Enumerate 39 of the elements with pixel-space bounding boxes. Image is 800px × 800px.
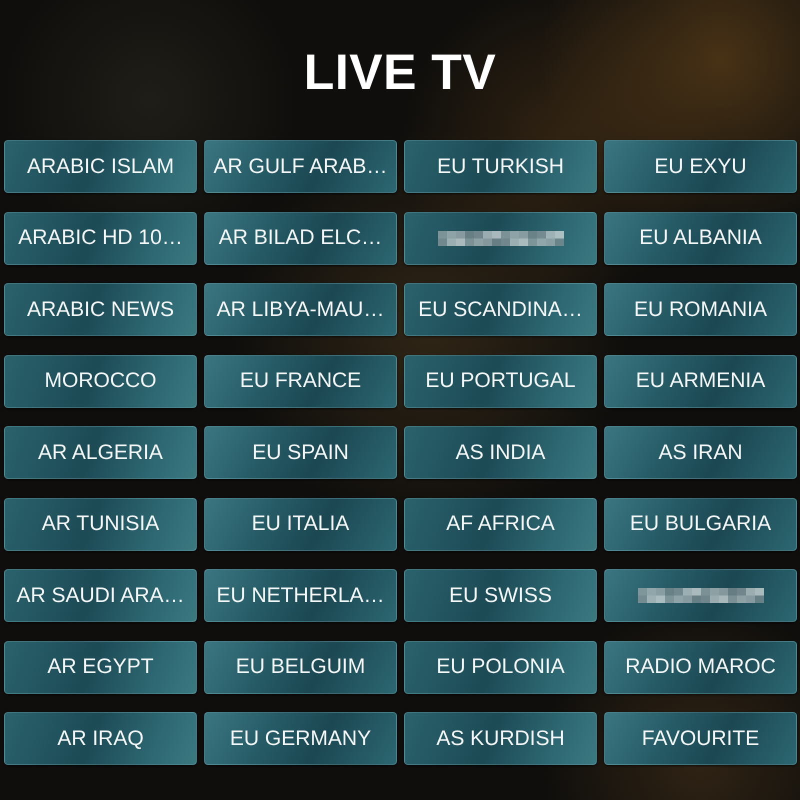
category-button[interactable]: EU TURKISH — [404, 140, 597, 193]
category-button[interactable]: EU NETHERLA… — [204, 569, 397, 622]
category-button[interactable]: EU ROMANIA — [604, 283, 797, 336]
category-button[interactable]: AR BILAD ELC… — [204, 212, 397, 264]
category-button[interactable]: EU SPAIN — [204, 426, 397, 479]
category-button[interactable]: FAVOURITE — [604, 712, 797, 765]
category-button[interactable]: ARABIC ISLAM — [4, 140, 197, 193]
category-button[interactable] — [404, 212, 597, 264]
category-button[interactable]: ARABIC HD 10… — [4, 212, 197, 264]
category-button[interactable]: EU GERMANY — [204, 712, 397, 765]
category-button[interactable]: EU SCANDINA… — [404, 283, 597, 336]
category-button[interactable]: EU ALBANIA — [604, 212, 797, 264]
category-button[interactable]: RADIO MAROC — [604, 640, 797, 694]
category-button[interactable]: EU ITALIA — [204, 498, 397, 550]
category-button[interactable]: EU EXYU — [604, 140, 797, 193]
category-button[interactable]: EU POLONIA — [404, 640, 597, 694]
category-button[interactable]: MOROCCO — [4, 354, 197, 408]
category-button[interactable]: EU SWISS — [404, 569, 597, 622]
pixelated-text-icon — [638, 588, 764, 603]
category-button[interactable]: AF AFRICA — [404, 498, 597, 550]
category-button[interactable]: AR ALGERIA — [4, 426, 197, 479]
category-button[interactable]: AR IRAQ — [4, 712, 197, 765]
category-button[interactable]: AR SAUDI ARA… — [4, 569, 197, 622]
category-button[interactable]: EU BULGARIA — [604, 498, 797, 550]
category-button[interactable]: AR EGYPT — [4, 640, 197, 694]
category-button[interactable]: AR LIBYA-MAU… — [204, 283, 397, 336]
category-button[interactable]: AS KURDISH — [404, 712, 597, 765]
category-button[interactable]: AS INDIA — [404, 426, 597, 479]
pixelated-text-icon — [438, 230, 564, 246]
category-button[interactable]: EU FRANCE — [204, 354, 397, 408]
category-button[interactable] — [604, 569, 797, 622]
category-button[interactable]: AR TUNISIA — [4, 498, 197, 550]
category-button[interactable]: ARABIC NEWS — [4, 283, 197, 336]
category-button[interactable]: AR GULF ARAB… — [204, 140, 397, 193]
category-button[interactable]: EU ARMENIA — [604, 354, 797, 408]
category-button[interactable]: AS IRAN — [604, 426, 797, 479]
category-button[interactable]: EU PORTUGAL — [404, 354, 597, 408]
screen-title: LIVE TV — [304, 47, 496, 97]
category-button[interactable]: EU BELGUIM — [204, 640, 397, 694]
